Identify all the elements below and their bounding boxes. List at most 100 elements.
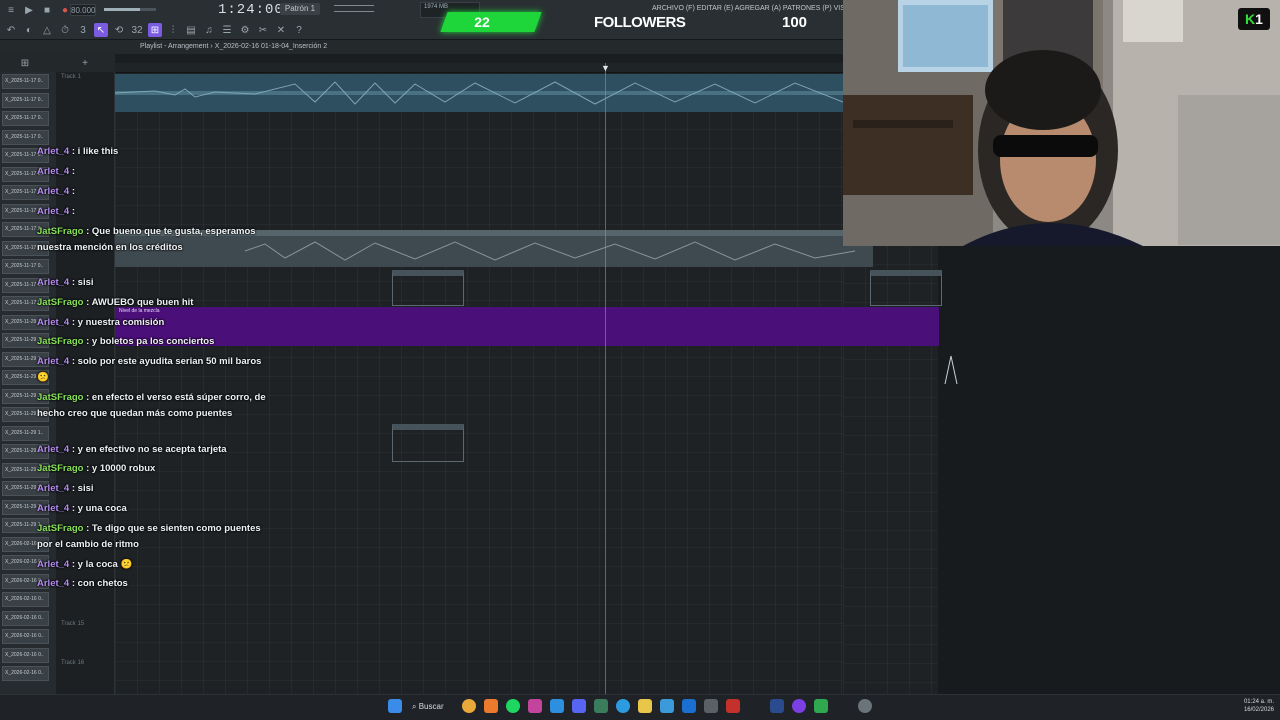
app-icon[interactable] — [528, 699, 542, 713]
memory-usage: 1974 MB — [424, 4, 449, 10]
chat-text: y 10000 robux — [91, 463, 156, 474]
chat-username[interactable]: Arlet_4 — [37, 186, 69, 197]
small-clip[interactable] — [870, 270, 942, 306]
chat-message: Arlet_4 : — [37, 164, 267, 180]
mute-icon[interactable]: ✕ — [274, 23, 288, 37]
chat-username[interactable]: Arlet_4 — [37, 356, 69, 367]
photoshop-icon[interactable] — [770, 699, 784, 713]
chat-username[interactable]: Arlet_4 — [37, 503, 69, 514]
step-icon[interactable]: 32 — [130, 23, 144, 37]
track-list-item[interactable]: X_2026-02-16 0.. — [2, 610, 49, 626]
metronome-icon[interactable]: △ — [40, 23, 54, 37]
xbox-icon[interactable] — [814, 699, 828, 713]
track-list-item[interactable]: X_2025-11-17 0.. — [2, 111, 49, 126]
track-list-item[interactable]: X_2025-11-17 0.. — [2, 129, 49, 145]
obs-icon[interactable] — [792, 699, 806, 713]
pointer-tool-icon[interactable]: ↖ — [94, 23, 108, 37]
track-list-item[interactable]: X_2026-02-16 0.. — [2, 592, 49, 607]
webcam-image — [843, 0, 1280, 246]
piano-roll-icon[interactable]: ♫ — [202, 23, 216, 37]
follower-goal-target: 100 — [782, 14, 808, 31]
small-clip[interactable] — [392, 270, 464, 306]
snap-icon[interactable]: ⊞ — [148, 23, 162, 37]
pattern-selector[interactable]: Patrón 1 — [280, 3, 320, 15]
plugin-icon[interactable]: ⚙ — [238, 23, 252, 37]
chat-username[interactable]: JatSFrago — [37, 297, 83, 308]
track-list-item[interactable]: X_2025-11-17 0.. — [2, 259, 49, 274]
settings-icon[interactable] — [858, 699, 872, 713]
mixer-icon[interactable]: ⫶ — [166, 23, 180, 37]
master-volume-slider[interactable] — [104, 8, 156, 11]
browser-icon[interactable]: ☰ — [220, 23, 234, 37]
chat-username[interactable]: JatSFrago — [37, 463, 83, 474]
track-list-item[interactable]: X_2026-02-16 0.. — [2, 666, 49, 681]
loop-icon[interactable]: ⟲ — [112, 23, 126, 37]
stop-icon[interactable]: ■ — [40, 3, 54, 17]
channel-rack-icon[interactable]: ▤ — [184, 23, 198, 37]
chat-message: Arlet_4 : y una coca — [37, 501, 267, 517]
playhead-line[interactable] — [605, 63, 606, 694]
app-icon[interactable] — [682, 699, 696, 713]
telegram-icon[interactable] — [550, 699, 564, 713]
chrome-icon[interactable] — [462, 699, 476, 713]
chat-username[interactable]: JatSFrago — [37, 392, 83, 403]
timeline-ruler[interactable] — [115, 63, 843, 73]
chat-username[interactable]: Arlet_4 — [37, 559, 69, 570]
chat-message: Arlet_4 : — [37, 184, 267, 200]
fl-studio-icon[interactable] — [484, 699, 498, 713]
transport-row: ≡ ▶ ■ ● — [0, 0, 72, 20]
discord-icon[interactable] — [572, 699, 586, 713]
chat-username[interactable]: Arlet_4 — [37, 444, 69, 455]
playhead-marker-icon[interactable]: ▼ — [601, 63, 610, 73]
chat-message: Arlet_4 : — [37, 204, 267, 220]
taskbar-search[interactable]: ⌕ Buscar — [412, 699, 454, 714]
snap-grid-icon[interactable]: ⊞ — [18, 56, 32, 70]
chat-username[interactable]: Arlet_4 — [37, 277, 69, 288]
chat-username[interactable]: Arlet_4 — [37, 206, 69, 217]
track-list-item[interactable]: X_2025-11-29 1.. — [2, 425, 49, 441]
chat-username[interactable]: JatSFrago — [37, 226, 83, 237]
small-clip[interactable] — [392, 424, 464, 462]
clock-time: 01:24 a. m. — [1243, 699, 1274, 705]
menu-icon[interactable]: ≡ — [4, 3, 18, 17]
chat-username[interactable]: JatSFrago — [37, 336, 83, 347]
track-list-item[interactable]: X_2025-11-17 0.. — [2, 74, 49, 89]
song-time: 1:24:00 — [218, 2, 284, 18]
app-icon[interactable] — [704, 699, 718, 713]
help-icon[interactable]: ? — [292, 23, 306, 37]
spotify-icon[interactable] — [506, 699, 520, 713]
audio-clip-track-1[interactable] — [115, 74, 843, 112]
track-15-label[interactable]: Track 15 — [61, 621, 84, 627]
track-list-item[interactable]: X_2026-02-16 0.. — [2, 629, 49, 644]
chat-separator: : — [69, 503, 78, 514]
app-icon[interactable] — [726, 699, 740, 713]
system-clock[interactable]: 01:24 a. m. 16/02/2026 — [1238, 698, 1274, 714]
terminal-icon[interactable] — [594, 699, 608, 713]
chat-text: y nuestra comisión — [77, 317, 165, 328]
tempo-display[interactable]: 80.000 — [70, 4, 96, 16]
track-list-item[interactable]: X_2025-11-17 0.. — [2, 92, 49, 108]
track-16-label[interactable]: Track 16 — [61, 660, 84, 666]
cut-icon[interactable]: ✂ — [256, 23, 270, 37]
edge-icon[interactable] — [616, 699, 630, 713]
playlist-title-bar: Playlist - Arrangement › X_2026-02-16 01… — [0, 40, 843, 54]
countdown-icon[interactable]: 3 — [76, 23, 90, 37]
play-icon[interactable]: ▶ — [22, 3, 36, 17]
chat-username[interactable]: Arlet_4 — [37, 166, 69, 177]
windows-start-icon[interactable] — [388, 699, 402, 713]
chat-username[interactable]: Arlet_4 — [37, 317, 69, 328]
chat-username[interactable]: Arlet_4 — [37, 483, 69, 494]
store-icon[interactable] — [660, 699, 674, 713]
follower-count: 22 — [474, 14, 490, 30]
chat-username[interactable]: JatSFrago — [37, 523, 83, 534]
track-1-label[interactable]: Track 1 — [61, 74, 81, 80]
chat-username[interactable]: Arlet_4 — [37, 146, 69, 157]
folder-icon[interactable] — [638, 699, 652, 713]
add-track-icon[interactable]: + — [78, 56, 92, 70]
knob-icon[interactable]: ◐ — [22, 23, 36, 37]
wait-icon[interactable]: ⏱ — [58, 23, 72, 37]
chat-separator: : — [83, 523, 92, 534]
chat-username[interactable]: Arlet_4 — [37, 578, 69, 589]
undo-icon[interactable]: ↶ — [4, 23, 18, 37]
track-list-item[interactable]: X_2026-02-16 0.. — [2, 647, 49, 663]
